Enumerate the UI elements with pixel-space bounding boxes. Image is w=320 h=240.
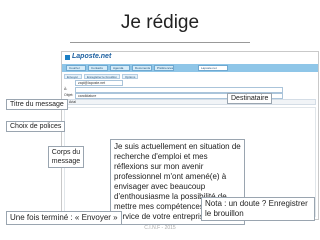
save-draft-button[interactable]: Enregistrer le brouillon: [84, 74, 120, 79]
slide-title: Je rédige: [120, 12, 200, 33]
title-divider: [70, 42, 250, 43]
tab-contacts[interactable]: Contacts: [88, 65, 108, 71]
send-button[interactable]: Envoyer: [64, 74, 82, 79]
tab-courrier[interactable]: Courrier: [66, 65, 86, 71]
compose-actions: Envoyer Enregistrer le brouillon Options: [64, 74, 318, 79]
callout-nota: Nota : un doute ? Enregistrer le brouill…: [201, 197, 315, 221]
app-logo: Laposte.net: [72, 53, 112, 60]
app-header: Laposte.net: [62, 52, 318, 64]
callout-titre: Titre du message: [6, 99, 68, 110]
formatting-toolbar: Arial: [64, 99, 316, 105]
callout-envoyer: Une fois terminé : « Envoyer »: [6, 211, 122, 225]
tab-agenda[interactable]: Agenda: [110, 65, 130, 71]
tab-laposte[interactable]: Laposte.net: [198, 65, 228, 71]
from-row: zapl@laposte.net: [64, 80, 316, 86]
slide-footer: C.I.N.F - 2015: [144, 225, 176, 231]
subject-label: Objet:: [64, 93, 74, 97]
callout-polices: Choix de polices: [6, 121, 66, 132]
tab-documents[interactable]: Documents: [132, 65, 152, 71]
options-button[interactable]: Options: [122, 74, 138, 79]
font-select[interactable]: Arial: [69, 100, 99, 104]
from-field[interactable]: zapl@laposte.net: [75, 80, 123, 86]
tab-preferences[interactable]: Préférences: [154, 65, 174, 71]
logo-icon: [65, 55, 70, 60]
callout-corps: Corps du message: [48, 146, 84, 168]
to-label: À:: [64, 87, 68, 91]
callout-destinataire: Destinataire: [227, 93, 273, 104]
